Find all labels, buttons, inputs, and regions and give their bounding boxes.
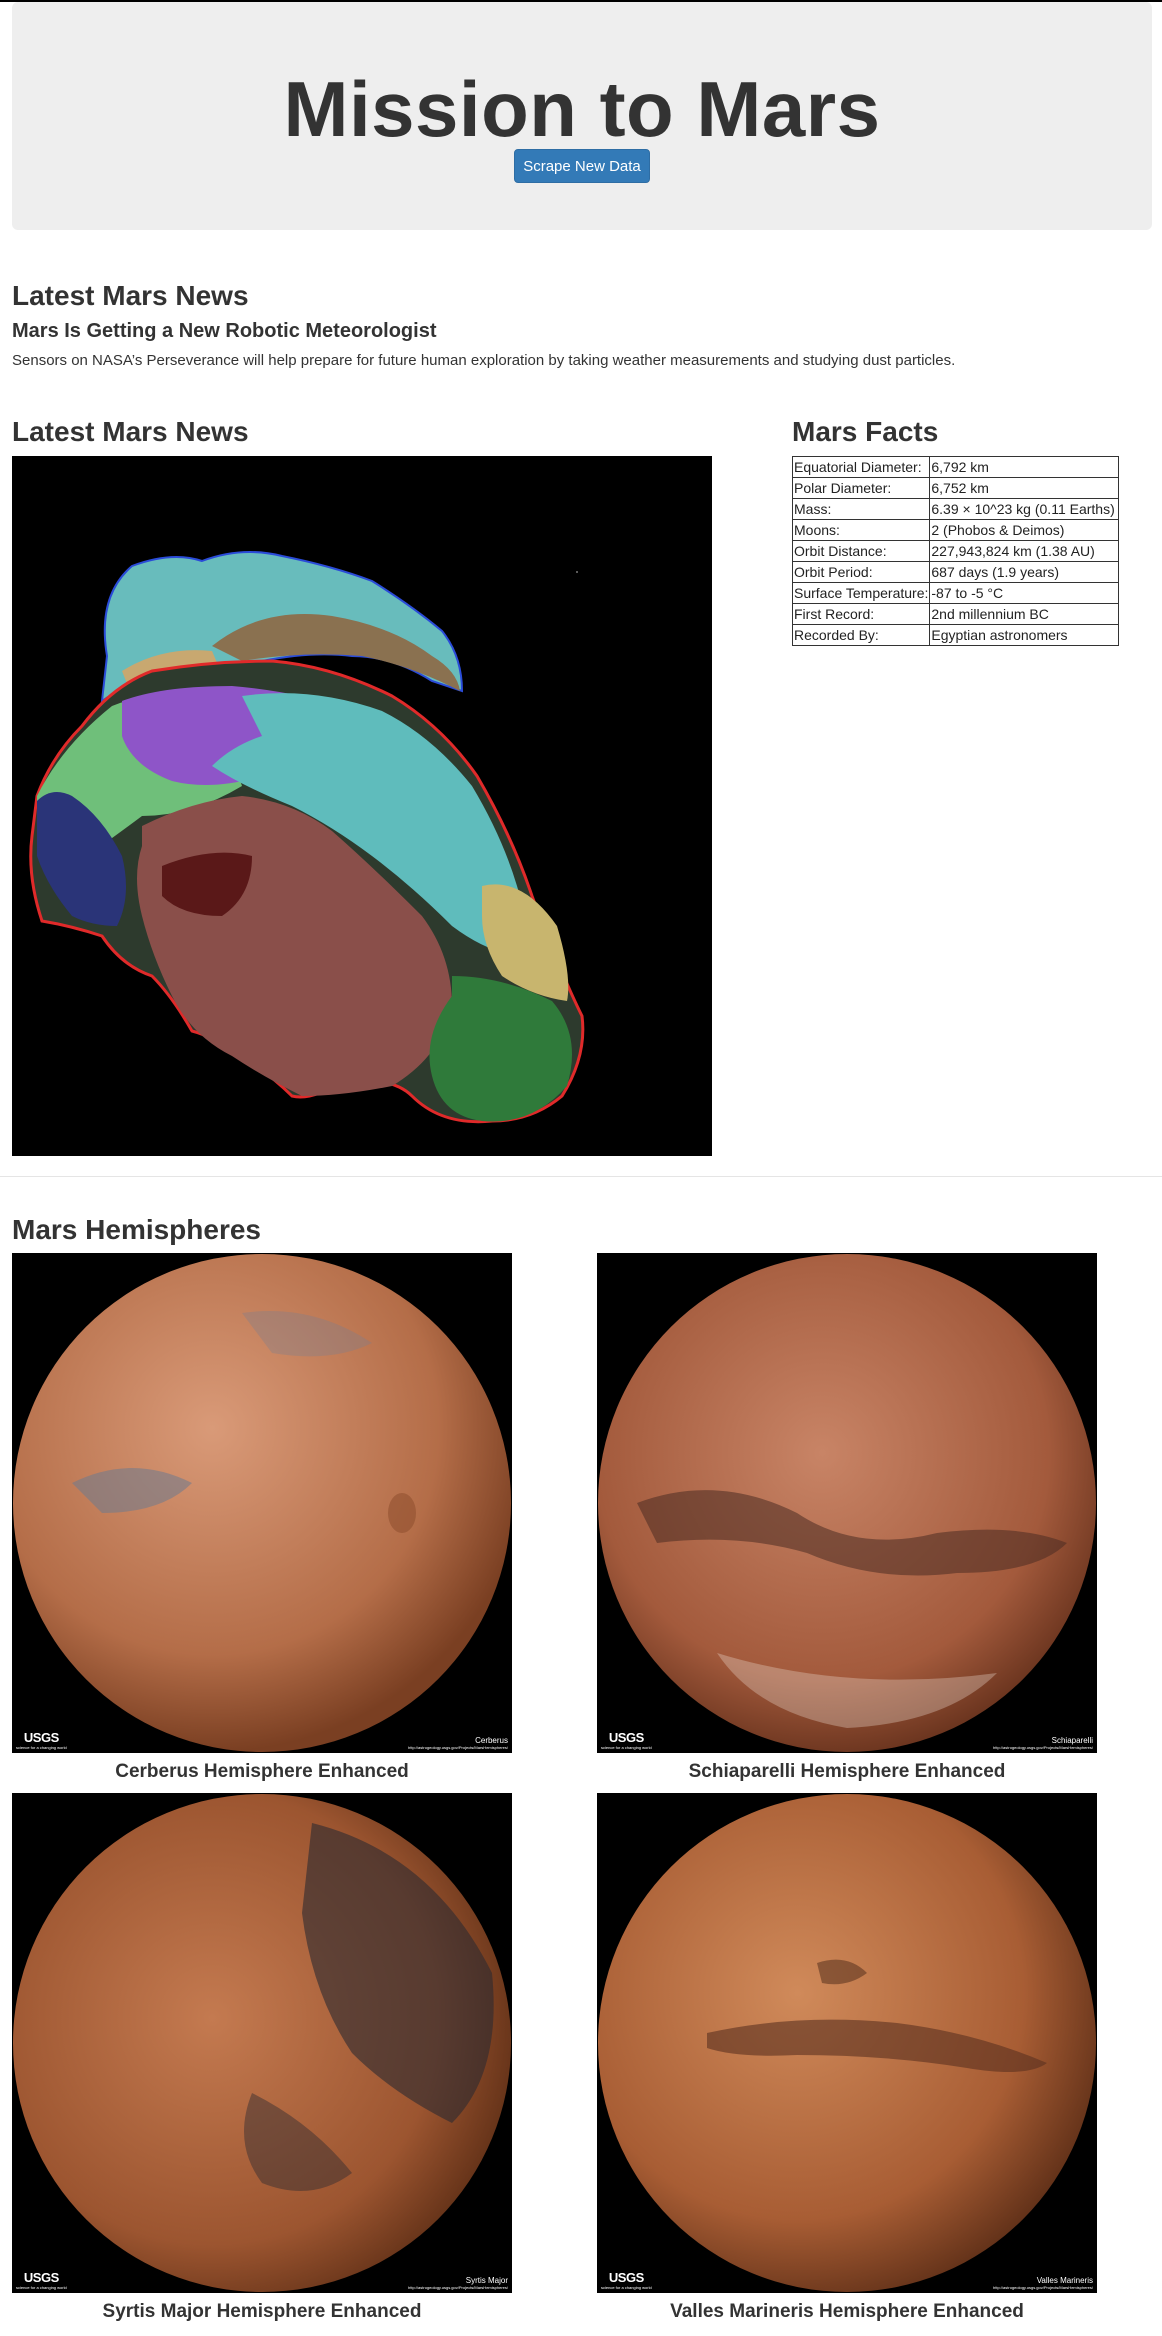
fact-label: Recorded By:	[791, 624, 931, 646]
mars-hemispheres-heading: Mars Hemispheres	[12, 1214, 262, 1245]
mars-facts-heading: Mars Facts	[792, 416, 939, 447]
image-credit: Syrtis Major http://astrogeology.usgs.gov…	[408, 2276, 508, 2290]
latest-news-heading: Latest Mars News	[12, 280, 249, 311]
usgs-logo: USGS science for a changing world	[16, 1730, 67, 1750]
mars-globe-cerberus	[12, 1253, 512, 1753]
comet-regions-image	[12, 456, 712, 1156]
hemisphere-image-label: Syrtis Major	[465, 2276, 508, 2285]
fact-label: Surface Temperature:	[791, 582, 931, 604]
hemisphere-image-syrtis-major[interactable]: USGS science for a changing world Syrtis …	[12, 1793, 512, 2293]
fact-value: Egyptian astronomers	[929, 624, 1120, 646]
jumbotron-header: Mission to Mars Scrape New Data	[12, 2, 1152, 230]
table-row: Polar Diameter: 6,752 km	[791, 477, 1120, 499]
mars-facts-table: Equatorial Diameter: 6,792 km Polar Diame…	[791, 456, 1120, 646]
hemisphere-title-cerberus: Cerberus Hemisphere Enhanced	[115, 1761, 409, 1782]
hemisphere-title-schiaparelli: Schiaparelli Hemisphere Enhanced	[688, 1761, 1006, 1782]
hemisphere-image-schiaparelli[interactable]: USGS science for a changing world Schiapa…	[597, 1253, 1097, 1753]
hemisphere-card-schiaparelli: USGS science for a changing world Schiapa…	[597, 1253, 1097, 1783]
fact-value: 6,792 km	[929, 456, 1120, 478]
fact-value: 6.39 × 10^23 kg (0.11 Earths)	[929, 498, 1120, 520]
news-paragraph: Sensors on NASA’s Perseverance will help…	[12, 352, 956, 369]
hemisphere-image-label: Valles Marineris	[1036, 2276, 1093, 2285]
table-row: First Record: 2nd millennium BC	[791, 603, 1120, 625]
usgs-logo-text: USGS	[23, 1730, 59, 1745]
usgs-logo: USGS science for a changing world	[16, 2270, 67, 2290]
table-row: Orbit Period: 687 days (1.9 years)	[791, 561, 1120, 583]
table-row: Recorded By: Egyptian astronomers	[791, 624, 1120, 646]
credit-url: http://astrogeology.usgs.gov/Projects/Ma…	[993, 2285, 1093, 2290]
hemisphere-title-valles-marineris: Valles Marineris Hemisphere Enhanced	[670, 2301, 1024, 2322]
news-title: Mars Is Getting a New Robotic Meteorolog…	[12, 320, 437, 342]
fact-label: Mass:	[791, 498, 931, 520]
table-row: Moons: 2 (Phobos & Deimos)	[791, 519, 1120, 541]
table-row: Equatorial Diameter: 6,792 km	[791, 456, 1120, 478]
page-title: Mission to Mars	[283, 65, 881, 153]
featured-image-heading: Latest Mars News	[12, 416, 249, 447]
usgs-tagline: science for a changing world	[601, 2285, 652, 2290]
image-credit: Cerberus http://astrogeology.usgs.gov/Pro…	[408, 1736, 508, 1750]
hemisphere-card-syrtis-major: USGS science for a changing world Syrtis …	[12, 1793, 512, 2323]
table-row: Mass: 6.39 × 10^23 kg (0.11 Earths)	[791, 498, 1120, 520]
credit-url: http://astrogeology.usgs.gov/Projects/Ma…	[993, 1745, 1093, 1750]
usgs-logo-text: USGS	[608, 1730, 644, 1745]
fact-value: 2nd millennium BC	[929, 603, 1120, 625]
image-credit: Valles Marineris http://astrogeology.usgs…	[993, 2276, 1093, 2290]
usgs-tagline: science for a changing world	[16, 2285, 67, 2290]
fact-label: Orbit Period:	[791, 561, 931, 583]
fact-value: 227,943,824 km (1.38 AU)	[929, 540, 1120, 562]
fact-value: -87 to -5 °C	[929, 582, 1120, 604]
fact-value: 6,752 km	[929, 477, 1120, 499]
hemisphere-title-syrtis-major: Syrtis Major Hemisphere Enhanced	[102, 2301, 422, 2322]
hemisphere-card-cerberus: USGS science for a changing world Cerberu…	[12, 1253, 512, 1783]
credit-url: http://astrogeology.usgs.gov/Projects/Ma…	[408, 1745, 508, 1750]
fact-value: 687 days (1.9 years)	[929, 561, 1120, 583]
mars-globe-valles-marineris	[597, 1793, 1097, 2293]
fact-label: Equatorial Diameter:	[791, 456, 931, 478]
scrape-new-data-button[interactable]: Scrape New Data	[514, 149, 650, 183]
usgs-tagline: science for a changing world	[16, 1745, 67, 1750]
usgs-tagline: science for a changing world	[601, 1745, 652, 1750]
fact-label: Moons:	[791, 519, 931, 541]
table-row: Orbit Distance: 227,943,824 km (1.38 AU)	[791, 540, 1120, 562]
usgs-logo-text: USGS	[608, 2270, 644, 2285]
featured-image	[12, 456, 712, 1156]
table-row: Surface Temperature: -87 to -5 °C	[791, 582, 1120, 604]
fact-label: Polar Diameter:	[791, 477, 931, 499]
hemisphere-image-label: Schiaparelli	[1051, 1736, 1093, 1745]
hemisphere-image-valles-marineris[interactable]: USGS science for a changing world Valles …	[597, 1793, 1097, 2293]
hemisphere-card-valles-marineris: USGS science for a changing world Valles …	[597, 1793, 1097, 2323]
hemisphere-image-label: Cerberus	[475, 1736, 508, 1745]
fact-label: Orbit Distance:	[791, 540, 931, 562]
image-credit: Schiaparelli http://astrogeology.usgs.gov…	[993, 1736, 1093, 1750]
credit-url: http://astrogeology.usgs.gov/Projects/Ma…	[408, 2285, 508, 2290]
fact-value: 2 (Phobos & Deimos)	[929, 519, 1120, 541]
usgs-logo: USGS science for a changing world	[601, 1730, 652, 1750]
section-divider	[0, 1176, 1162, 1177]
hemisphere-image-cerberus[interactable]: USGS science for a changing world Cerberu…	[12, 1253, 512, 1753]
usgs-logo-text: USGS	[23, 2270, 59, 2285]
mars-globe-syrtis-major	[12, 1793, 512, 2293]
mars-globe-schiaparelli	[597, 1253, 1097, 1753]
usgs-logo: USGS science for a changing world	[601, 2270, 652, 2290]
fact-label: First Record:	[791, 603, 931, 625]
